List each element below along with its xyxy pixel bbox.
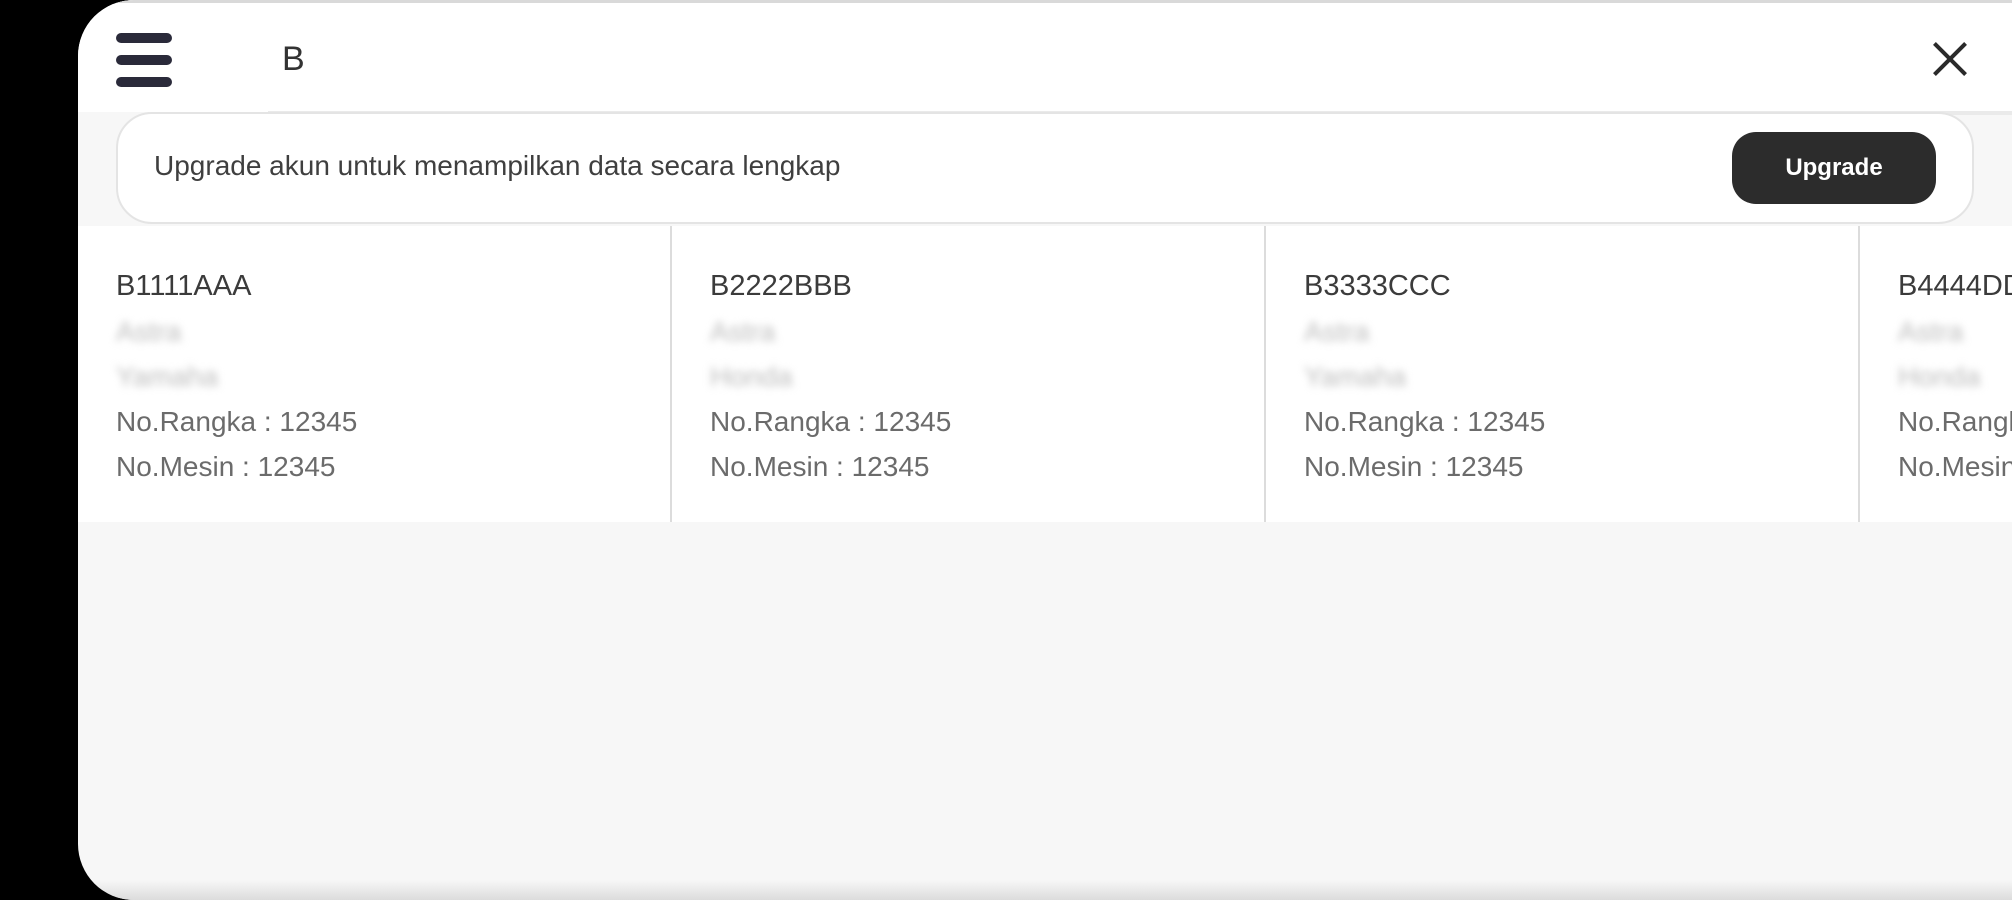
plate-number: B2222BBB (710, 270, 852, 302)
rangka-number: No.Rangka : 12345 (116, 406, 358, 437)
mesin-number: No.Mesin : 12345 (1898, 451, 2012, 482)
result-card[interactable]: B3333CCC Astra Yamaha No.Rangka : 12345 … (1264, 226, 1858, 522)
blurred-field: Astra (710, 316, 776, 347)
rangka-number: No.Rangka : 12345 (1898, 406, 2012, 437)
menu-bar (116, 55, 172, 65)
upgrade-banner: Upgrade akun untuk menampilkan data seca… (116, 112, 1974, 224)
blurred-field: Yamaha (1304, 361, 1407, 392)
search-results: B1111AAA Astra Yamaha No.Rangka : 12345 … (78, 226, 2012, 522)
upgrade-message: Upgrade akun untuk menampilkan data seca… (154, 150, 841, 181)
menu-bar (116, 33, 172, 43)
blurred-field: Astra (1304, 316, 1370, 347)
plate-number: B4444DDD (1898, 270, 2012, 302)
search-header (78, 0, 2012, 115)
blurred-field: Yamaha (116, 361, 219, 392)
result-card[interactable]: B4444DDD Astra Honda No.Rangka : 12345 N… (1858, 226, 2012, 522)
close-icon[interactable] (1926, 35, 1974, 83)
plate-number: B3333CCC (1304, 270, 1451, 302)
search-input[interactable] (268, 29, 1882, 89)
rangka-number: No.Rangka : 12345 (710, 406, 952, 437)
upgrade-button[interactable]: Upgrade (1732, 132, 1936, 204)
plate-number: B1111AAA (116, 270, 252, 302)
app-window: Upgrade akun untuk menampilkan data seca… (78, 0, 2012, 900)
blurred-field: Astra (1898, 316, 1964, 347)
blurred-field: Astra (116, 316, 182, 347)
rangka-number: No.Rangka : 12345 (1304, 406, 1546, 437)
menu-bar (116, 77, 172, 87)
blurred-field: Honda (1898, 361, 1981, 392)
result-card[interactable]: B2222BBB Astra Honda No.Rangka : 12345 N… (670, 226, 1264, 522)
result-card[interactable]: B1111AAA Astra Yamaha No.Rangka : 12345 … (78, 226, 672, 522)
hamburger-menu-icon[interactable] (116, 33, 172, 87)
blurred-field: Honda (710, 361, 793, 392)
mesin-number: No.Mesin : 12345 (116, 451, 336, 482)
mesin-number: No.Mesin : 12345 (1304, 451, 1524, 482)
mesin-number: No.Mesin : 12345 (710, 451, 930, 482)
